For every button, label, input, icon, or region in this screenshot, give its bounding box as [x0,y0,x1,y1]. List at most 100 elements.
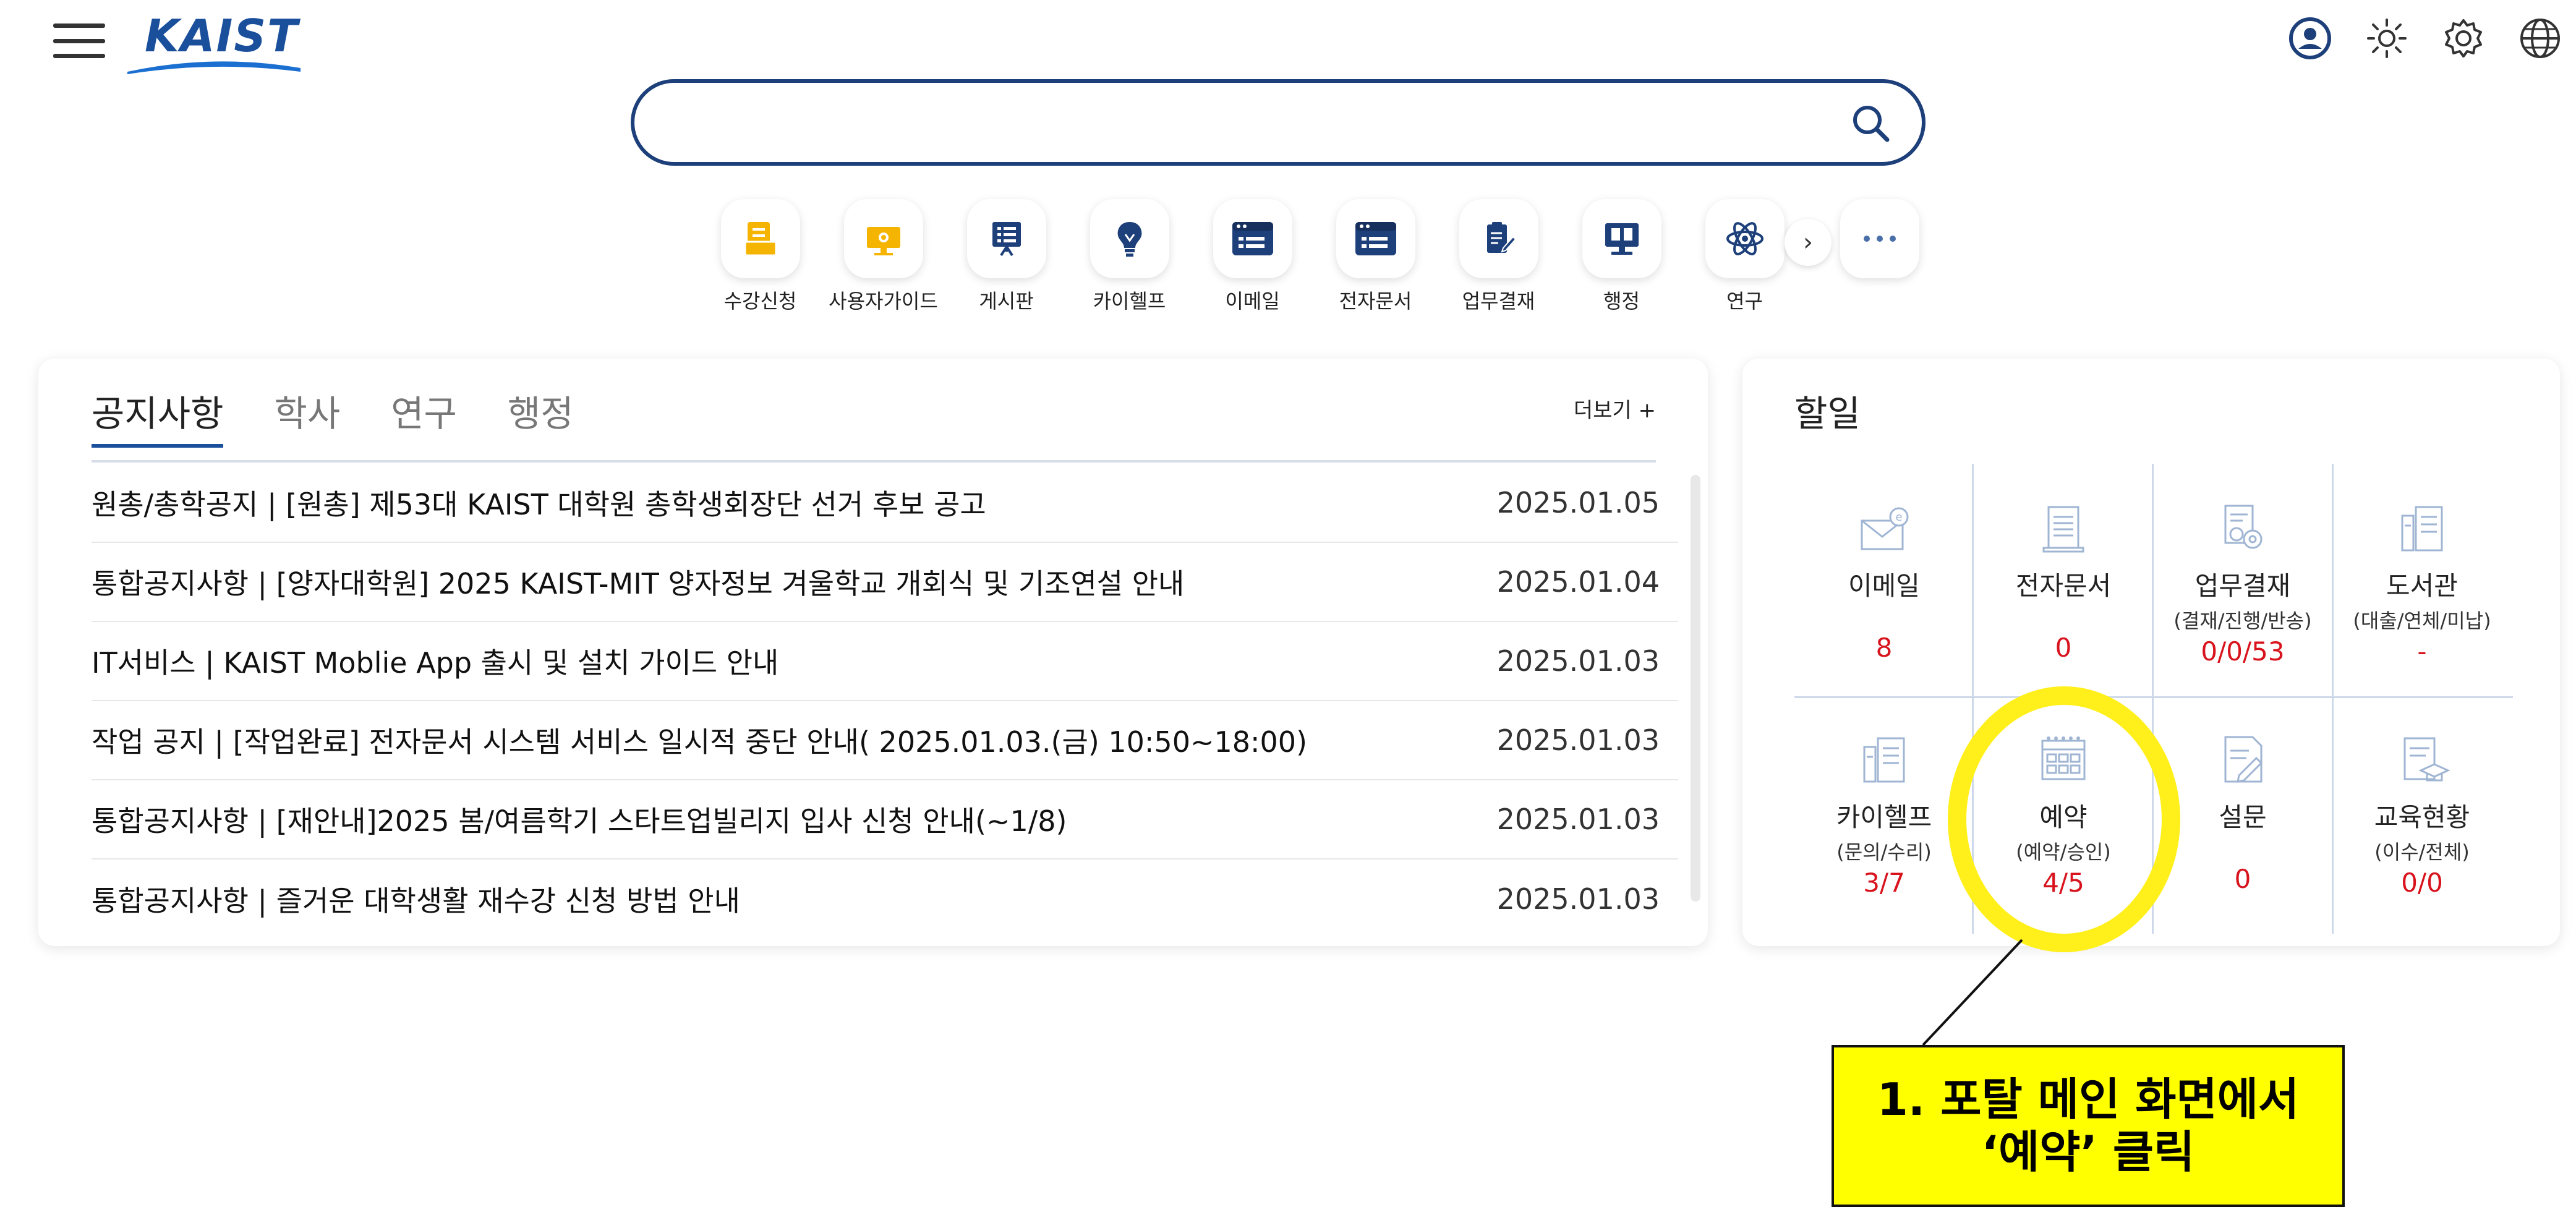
quick-menu-label: 행정 [1603,289,1640,313]
approval-gear-icon [2224,505,2263,549]
todo-sub: (문의/수리) [1836,840,1932,864]
library-icon [2401,506,2443,552]
brightness-icon[interactable] [2365,16,2409,61]
quick-menu-administration[interactable]: 행정 [1560,199,1683,314]
todo-count: 3/7 [1863,868,1905,898]
instruction-callout: 1. 포탈 메인 화면에서 ‘예약’ 클릭 [1832,1045,2345,1207]
scrollbar[interactable] [1691,475,1700,902]
notice-date: 2025.01.05 [1496,486,1660,519]
quick-menu-label: 업무결재 [1462,289,1535,313]
instruction-text: 1. 포탈 메인 화면에서 ‘예약’ 클릭 [1877,1073,2300,1178]
lightbulb-icon [1090,199,1169,278]
notice-title: IT서비스 | KAIST Moblie App 출시 및 설치 가이드 안내 [92,646,779,680]
education-icon [2403,737,2450,782]
quick-menu-research[interactable]: 연구 [1683,199,1806,314]
tab-notice[interactable]: 공지사항 [92,385,224,448]
notice-row[interactable]: IT서비스 | KAIST Moblie App 출시 및 설치 가이드 안내 … [92,622,1678,701]
todo-label: 설문 [2219,802,2267,832]
email-icon: e [1861,507,1909,550]
approval-icon [1459,199,1538,278]
notice-date: 2025.01.04 [1496,565,1660,599]
user-circle-icon[interactable] [2288,16,2332,61]
course-registration-icon [720,199,800,278]
logo-swoosh [127,61,301,74]
notice-date: 2025.01.03 [1496,723,1660,757]
notice-row[interactable]: 통합공지사항 | [양자대학원] 2025 KAIST-MIT 양자정보 겨울학… [92,543,1678,622]
divider [92,460,1656,463]
quick-menu-email[interactable]: 이메일 [1191,199,1314,314]
email-icon [1213,199,1292,278]
quick-menu-label: 이메일 [1225,289,1280,313]
todo-sub: (이수/전체) [2374,840,2470,864]
search-icon[interactable] [1849,101,1893,146]
todo-label: 교육현황 [2374,802,2470,832]
quick-menu-course-registration[interactable]: 수강신청 [699,199,822,314]
todo-education[interactable]: 교육현황 (이수/전체) 0/0 [2332,730,2512,898]
highlight-ring [1948,686,2180,952]
notice-date: 2025.01.03 [1496,803,1660,836]
todo-library[interactable]: 도서관 (대출/연체/미납) - [2332,498,2512,667]
notice-title: 통합공지사항 | [양자대학원] 2025 KAIST-MIT 양자정보 겨울학… [92,567,1185,600]
notice-title: 작업 공지 | [작업완료] 전자문서 시스템 서비스 일시적 중단 안내( 2… [92,725,1308,759]
quick-menu-user-guide[interactable]: 사용자가이드 [822,199,945,314]
document-icon [2042,506,2084,553]
tab-academic[interactable]: 학사 [274,385,340,448]
notice-date: 2025.01.03 [1496,882,1660,916]
quick-menu-kaihelp[interactable]: 카이헬프 [1068,199,1191,314]
notice-title: 원총/총학공지 | [원총] 제53대 KAIST 대학원 총학생회장단 선거 … [92,488,986,521]
notice-title: 통합공지사항 | [재안내]2025 봄/여름학기 스타트업빌리지 입사 신청 … [92,804,1067,838]
todo-approval[interactable]: 업무결재 (결재/진행/반송) 0/0/53 [2153,498,2332,667]
todo-email[interactable]: e 이메일 8 [1794,498,1974,663]
notice-row[interactable]: 통합공지사항 | [재안내]2025 봄/여름학기 스타트업빌리지 입사 신청 … [92,780,1678,859]
todo-label: 업무결재 [2194,571,2291,601]
todo-count: 8 [1875,633,1893,663]
kaist-logo[interactable]: KAIST [127,10,301,74]
quick-menu-next-button[interactable]: › [1785,219,1832,266]
survey-icon [2224,736,2263,783]
hamburger-menu-icon[interactable] [53,23,105,58]
tab-research[interactable]: 연구 [391,385,457,448]
todo-label: 도서관 [2386,571,2458,601]
quick-menu-bulletin-board[interactable]: 게시판 [945,199,1068,314]
e-document-icon [1336,199,1415,278]
todo-count: 0 [2234,864,2251,894]
settings-gear-icon[interactable] [2441,16,2486,61]
todo-kaihelp[interactable]: 카이헬프 (문의/수리) 3/7 [1794,730,1974,898]
quick-menu-label: 연구 [1726,289,1763,313]
notice-card: 공지사항 학사 연구 행정 더보기 + 원총/총학공지 | [원총] 제53대 … [38,359,1708,946]
help-icon [1863,737,1905,783]
quick-menu-label: 전자문서 [1339,289,1412,313]
todo-e-document[interactable]: 전자문서 0 [1974,498,2153,663]
todo-title: 할일 [1794,393,1861,435]
globe-icon[interactable] [2518,16,2562,61]
notice-title: 통합공지사항 | 즐거운 대학생활 재수강 신청 방법 안내 [92,884,740,918]
user-guide-icon [843,199,923,278]
notice-date: 2025.01.03 [1496,644,1660,678]
search-input[interactable] [672,95,1822,151]
todo-count: 0/0/53 [2201,636,2285,667]
todo-count: 0 [2055,633,2072,663]
bulletin-board-icon [966,199,1046,278]
notice-row[interactable]: 작업 공지 | [작업완료] 전자문서 시스템 서비스 일시적 중단 안내( 2… [92,701,1678,780]
more-link[interactable]: 더보기 + [1574,393,1656,424]
todo-sub: (대출/연체/미납) [2353,609,2491,633]
tab-administration[interactable]: 행정 [508,385,574,448]
research-atom-icon [1705,199,1785,278]
todo-sub: (결재/진행/반송) [2173,609,2312,633]
callout-pointer-line [1922,939,2023,1046]
quick-menu-label: 사용자가이드 [829,289,938,313]
more-dots-icon[interactable] [1840,199,1919,278]
notice-row[interactable]: 원총/총학공지 | [원총] 제53대 KAIST 대학원 총학생회장단 선거 … [92,464,1678,543]
quick-menu-label: 수강신청 [723,289,797,313]
quick-menu-approval[interactable]: 업무결재 [1437,199,1560,314]
todo-label: 카이헬프 [1836,802,1932,832]
quick-menu: 수강신청 사용자가이드 게시판 카이헬프 이메일 전자문서 업무결재 행정 연구 [699,199,1806,314]
todo-count: 0/0 [2401,868,2443,898]
svg-text:e: e [1895,511,1902,524]
notice-row[interactable]: 통합공지사항 | 즐거운 대학생활 재수강 신청 방법 안내 2025.01.0… [92,859,1678,939]
quick-menu-label: 게시판 [979,289,1034,313]
todo-label: 이메일 [1848,571,1920,601]
divider [1794,696,2513,698]
administration-icon [1582,199,1661,278]
quick-menu-e-document[interactable]: 전자문서 [1314,199,1437,314]
